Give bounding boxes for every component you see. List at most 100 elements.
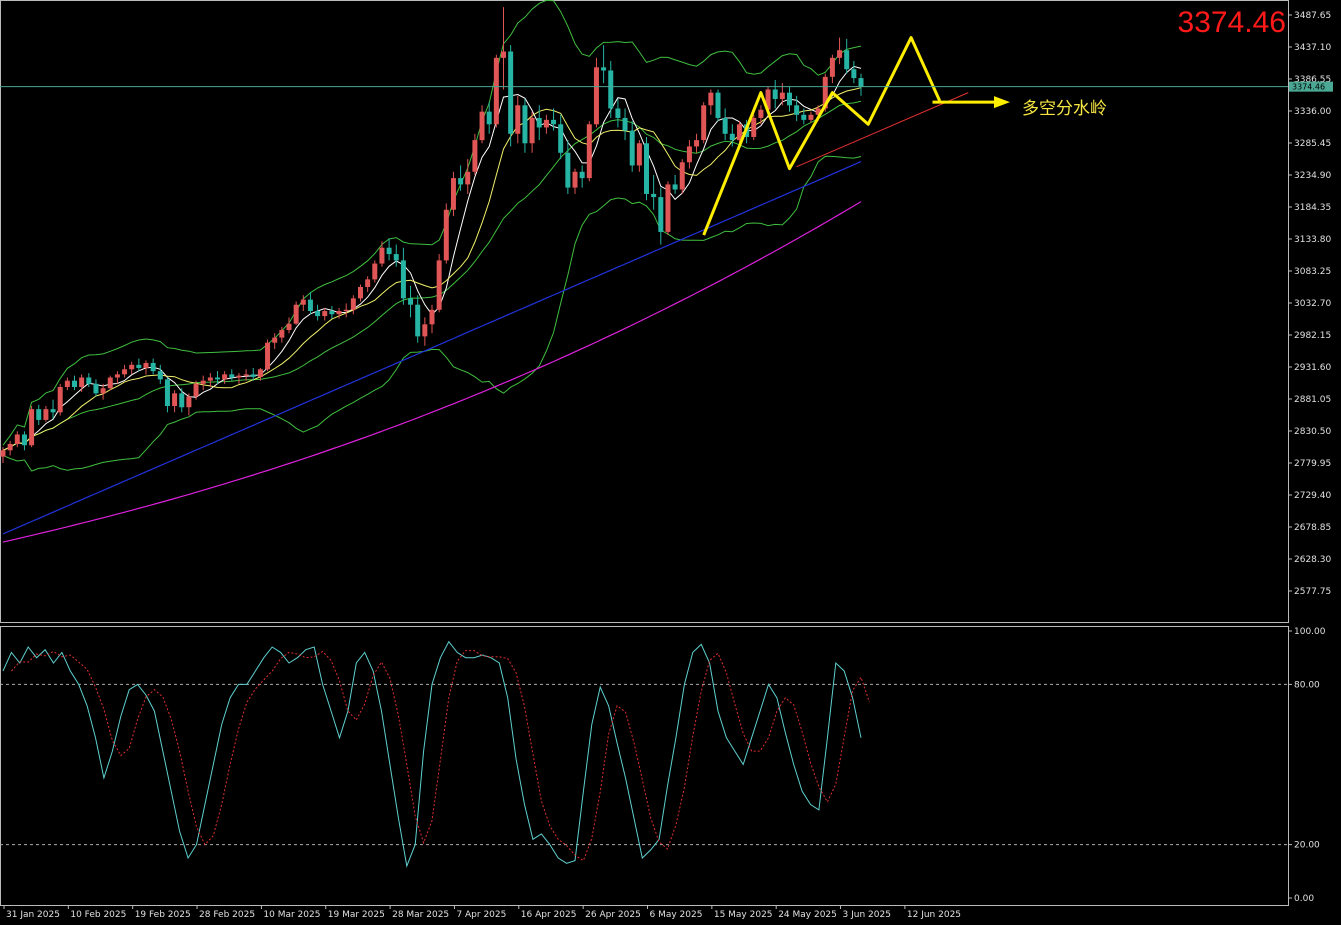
candle-body <box>315 311 321 317</box>
candle-body <box>79 377 85 388</box>
candle-body <box>129 364 135 370</box>
candle-body <box>794 105 800 115</box>
support-trendline <box>796 92 969 168</box>
candle-body <box>808 114 814 120</box>
candle-body <box>21 434 27 446</box>
candle-body <box>443 209 449 261</box>
candle-body <box>522 105 528 144</box>
candle-body <box>787 92 792 106</box>
candle-body <box>429 309 435 325</box>
candle-body <box>851 69 857 79</box>
candle-body <box>7 443 13 451</box>
candle-body <box>508 51 514 134</box>
date-label: 28 Mar 2025 <box>392 910 449 920</box>
stoch-levels <box>0 683 1288 846</box>
candle-body <box>64 380 70 388</box>
bollinger-upper <box>2 0 862 446</box>
candle-body <box>636 143 642 166</box>
candle-body <box>307 299 313 312</box>
date-label: 3 Jun 2025 <box>843 910 891 920</box>
candle-body <box>215 377 220 380</box>
date-label: 12 Jun 2025 <box>907 910 961 920</box>
candle-body <box>579 171 585 179</box>
candle-body <box>651 193 657 198</box>
candle-body <box>536 117 542 128</box>
candle-body <box>415 304 421 337</box>
price-tick-label: 3133.80 <box>1294 235 1331 245</box>
stoch-tick-label: 80.00 <box>1294 680 1320 690</box>
date-label: 16 Apr 2025 <box>521 910 577 920</box>
ma-fast <box>2 65 862 451</box>
current-price-tag-text: 3374.46 <box>1292 83 1325 92</box>
price-tick-label: 2830.50 <box>1294 427 1331 437</box>
indicator-lines <box>2 0 862 543</box>
candle-body <box>701 105 707 141</box>
date-label: 19 Feb 2025 <box>135 910 191 920</box>
candle-body <box>222 374 228 380</box>
date-label: 7 Apr 2025 <box>456 910 506 920</box>
candle-body <box>837 50 843 58</box>
candle-body <box>350 298 356 310</box>
candle-body <box>729 133 735 141</box>
candle-body <box>122 369 128 375</box>
candle-body <box>36 409 42 420</box>
candle-body <box>400 260 406 299</box>
candle-body <box>772 89 778 99</box>
price-chart: 3487.653437.103386.553336.003285.453234.… <box>0 0 1333 920</box>
price-tick-label: 3083.25 <box>1294 267 1331 277</box>
price-tick-label: 2577.75 <box>1294 587 1331 597</box>
stoch-k-line <box>2 640 862 868</box>
candle-body <box>293 304 299 324</box>
candle-body <box>658 197 664 232</box>
candle-body <box>465 171 471 185</box>
candle-body <box>393 254 399 261</box>
candle-body <box>622 117 628 131</box>
candle-body <box>672 184 678 190</box>
price-tick-label: 2678.85 <box>1294 523 1331 533</box>
candle-body <box>801 114 807 120</box>
main-pane-border <box>0 0 1289 623</box>
candle-body <box>300 299 306 305</box>
candle-body <box>372 263 378 280</box>
price-tick-label: 3285.45 <box>1294 139 1331 149</box>
candle-body <box>272 337 278 343</box>
candle-body <box>243 374 249 376</box>
candle-body <box>715 92 721 118</box>
candle-body <box>558 124 564 153</box>
stoch-tick-label: 20.00 <box>1294 841 1320 851</box>
candle-body <box>229 374 235 378</box>
candle-body <box>336 311 342 315</box>
candle-body <box>515 105 521 134</box>
candle-body <box>472 140 478 172</box>
candle-body <box>722 117 728 134</box>
current-price-big: 3374.46 <box>1178 6 1286 39</box>
price-tick-label: 2779.95 <box>1294 459 1331 469</box>
candle-body <box>686 146 692 163</box>
price-tick-label: 3487.65 <box>1294 11 1331 21</box>
candle-body <box>72 380 77 388</box>
candle-body <box>93 383 99 394</box>
candle-body <box>565 152 571 188</box>
candle-body <box>493 57 499 125</box>
date-label: 31 Jan 2025 <box>6 910 60 920</box>
arrow-head <box>994 96 1010 109</box>
candle-body <box>257 369 263 377</box>
candle-body <box>200 380 206 384</box>
candle-body <box>858 78 864 87</box>
candle-body <box>179 393 185 408</box>
price-tick-label: 2931.60 <box>1294 363 1331 373</box>
price-tick-label: 3336.00 <box>1294 107 1331 117</box>
candle-body <box>14 434 20 444</box>
candle-body <box>50 409 56 413</box>
candle-body <box>322 311 328 317</box>
candle-body <box>708 92 714 106</box>
stochastic-lines <box>2 640 870 868</box>
candle-body <box>501 51 506 58</box>
stoch-d-line <box>11 650 870 862</box>
candle-body <box>422 324 428 337</box>
candle-body <box>207 377 213 381</box>
candle-body <box>43 409 49 420</box>
candle-body <box>593 67 599 125</box>
candle-body <box>751 117 757 137</box>
candle-body <box>436 260 442 310</box>
